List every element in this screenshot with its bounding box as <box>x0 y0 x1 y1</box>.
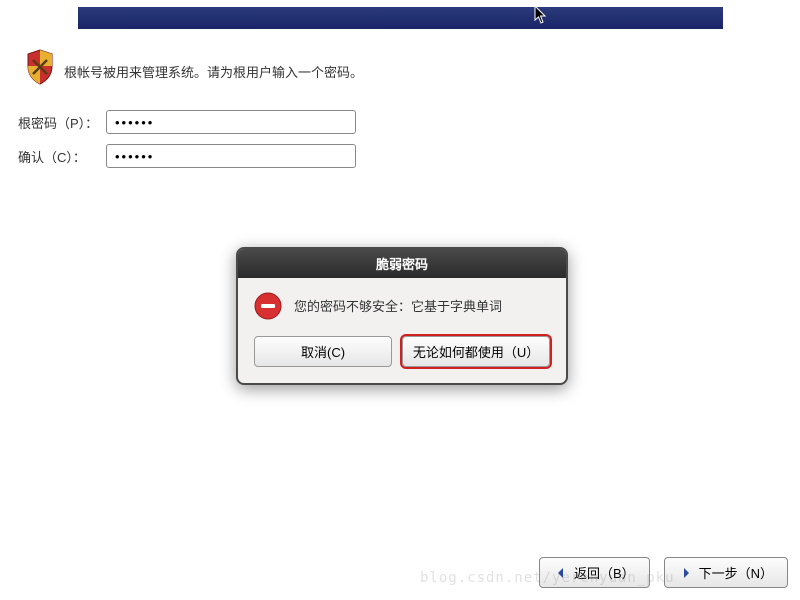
arrow-left-icon <box>554 566 568 580</box>
confirm-label: 确认（C）： <box>18 147 106 166</box>
confirm-input[interactable] <box>106 144 356 168</box>
weak-password-dialog: 脆弱密码 您的密码不够安全：它基于字典单词 取消(C) 无论如何都使用（U） <box>236 247 568 385</box>
password-input[interactable] <box>106 110 356 134</box>
dialog-body: 您的密码不够安全：它基于字典单词 <box>238 278 566 330</box>
dialog-title: 脆弱密码 <box>238 249 566 278</box>
confirm-row: 确认（C）： <box>18 144 356 168</box>
header-bar <box>78 7 723 29</box>
use-anyway-button[interactable]: 无论如何都使用（U） <box>402 336 550 367</box>
dialog-message: 您的密码不够安全：它基于字典单词 <box>294 292 502 315</box>
error-icon <box>254 292 282 320</box>
arrow-right-icon <box>679 566 693 580</box>
instruction-text: 根帐号被用来管理系统。请为根用户输入一个密码。 <box>64 62 363 81</box>
password-row: 根密码（P）： <box>18 110 356 134</box>
cancel-button[interactable]: 取消(C) <box>254 336 392 367</box>
dialog-button-row: 取消(C) 无论如何都使用（U） <box>238 330 566 383</box>
back-label: 返回（B） <box>574 563 635 582</box>
password-label: 根密码（P）： <box>18 113 106 132</box>
back-button[interactable]: 返回（B） <box>539 557 650 588</box>
next-button[interactable]: 下一步（N） <box>664 557 788 588</box>
next-label: 下一步（N） <box>699 563 773 582</box>
shield-icon <box>25 48 55 86</box>
footer-buttons: 返回（B） 下一步（N） <box>539 557 788 588</box>
